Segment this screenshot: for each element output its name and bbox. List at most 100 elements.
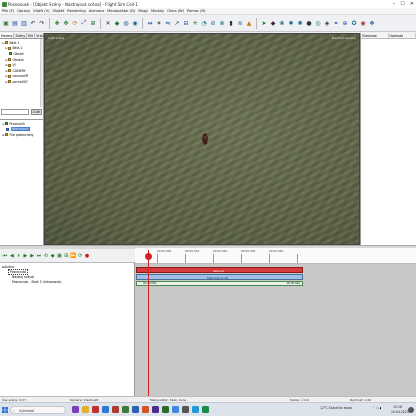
weather-widget[interactable]: 12°C Slunečno skoro — [320, 406, 352, 410]
flower-icon[interactable]: ❀ — [278, 18, 286, 28]
menu-rendering[interactable]: Rendering — [67, 9, 85, 13]
key-add-icon[interactable]: ⊞ — [63, 252, 69, 261]
excel-icon[interactable] — [122, 406, 129, 413]
tree-item[interactable]: ⊞ File potenciony — [2, 132, 42, 138]
pin-icon[interactable]: ● — [305, 18, 313, 28]
record-icon[interactable]: ◉ — [359, 18, 367, 28]
axis-x-icon[interactable]: ⇹ — [146, 18, 154, 28]
gear-icon[interactable]: ✹ — [287, 18, 295, 28]
time-ruler[interactable]: 00:00:000 00:00:010 00:00:020 00:00:030 … — [135, 248, 416, 264]
loop-icon[interactable]: ⟲ — [43, 252, 49, 261]
info-icon[interactable]: ❖ — [368, 18, 376, 28]
bulb-icon[interactable]: ✪ — [350, 18, 358, 28]
undo-icon[interactable]: ↶ — [29, 18, 37, 28]
menu-manipulator[interactable]: Manipulátor (D) — [107, 9, 135, 13]
playhead-line[interactable] — [148, 250, 149, 396]
redo-icon[interactable]: ↷ — [38, 18, 46, 28]
terrain-icon[interactable]: ◆ — [113, 18, 121, 28]
target-icon[interactable]: ◎ — [314, 18, 322, 28]
notification-icon[interactable] — [408, 407, 414, 413]
menu-maps[interactable]: Mapy — [138, 9, 148, 13]
task-view-icon[interactable] — [72, 406, 79, 413]
clock-time[interactable]: 10:16 — [393, 405, 402, 409]
store-icon[interactable] — [192, 406, 199, 413]
teams-icon[interactable] — [152, 406, 159, 413]
snap-icon[interactable]: ↗ — [173, 18, 181, 28]
node-icon[interactable]: ◈ — [323, 18, 331, 28]
minimize-button[interactable]: – — [393, 1, 396, 7]
filter-input[interactable] — [1, 109, 29, 115]
shot-track-bar[interactable]: Shot Cam 0 10 — [136, 274, 303, 280]
tab-scenes[interactable]: Scény — [14, 33, 28, 38]
column-property[interactable]: Vlastnost — [361, 33, 389, 38]
tree-scrollbar[interactable] — [40, 39, 43, 107]
menu-modules[interactable]: Moduly — [151, 9, 164, 13]
menu-edit[interactable]: Úpravy — [17, 9, 30, 13]
axis-y-icon[interactable]: ✶ — [155, 18, 163, 28]
tab-effects[interactable]: Efe — [27, 33, 36, 38]
play-icon[interactable]: ▶ — [22, 252, 28, 261]
pause-icon[interactable]: ⏸ — [16, 252, 22, 261]
rotate-icon[interactable]: ⟳ — [71, 18, 79, 28]
object-track-bar[interactable]: 00:00:000 00:00:040 — [136, 281, 303, 286]
close-button[interactable]: ✕ — [410, 1, 414, 7]
vscode-icon[interactable] — [172, 406, 179, 413]
grid-icon[interactable]: ⊟ — [182, 18, 190, 28]
settings-icon[interactable]: ✺ — [296, 18, 304, 28]
taskbar-search[interactable]: ⌕ Vyhledat — [10, 406, 66, 414]
file-explorer-icon[interactable] — [82, 406, 89, 413]
new-file-icon[interactable]: ▣ — [2, 18, 10, 28]
loop-range-icon[interactable]: ⟳ — [77, 252, 83, 261]
tab-models[interactable]: Modely — [0, 33, 15, 38]
globe-icon[interactable]: ◍ — [122, 18, 130, 28]
sphere-icon[interactable]: ◉ — [131, 18, 139, 28]
camera-track-bar[interactable]: Kamera — [136, 267, 303, 273]
cursor-icon[interactable]: ➤ — [260, 18, 268, 28]
diamond-icon[interactable]: ◆ — [269, 18, 277, 28]
menu-object[interactable]: Objekt — [52, 9, 64, 13]
edge-browser-icon[interactable] — [102, 406, 109, 413]
flight-sim-icon[interactable] — [162, 406, 169, 413]
warning-icon[interactable]: ▲ — [245, 18, 253, 28]
camera-icon[interactable]: ◔ — [200, 18, 208, 28]
menu-windows[interactable]: Okna (W) — [167, 9, 184, 13]
step-forward-icon[interactable]: ▶ — [29, 252, 35, 261]
record-icon[interactable]: ● — [84, 252, 90, 261]
split-icon[interactable]: ⊕ — [341, 18, 349, 28]
menu-help[interactable]: Pomoc (H) — [187, 9, 206, 13]
select-icon[interactable]: ✚ — [53, 18, 61, 28]
chain-icon[interactable]: ⚭ — [332, 18, 340, 28]
menu-animation[interactable]: Animace — [89, 9, 105, 13]
tray-icons[interactable]: ⌃ ▭ ◖ — [372, 406, 381, 410]
scene-viewport[interactable]: Celá scéna Přechod kamery — [44, 33, 360, 245]
go-end-icon[interactable]: ⏭ — [36, 252, 42, 261]
save-icon[interactable]: ▥ — [20, 18, 28, 28]
app-red-icon[interactable] — [92, 406, 99, 413]
go-start-icon[interactable]: ⏮ — [2, 252, 8, 261]
key-icon[interactable]: ◆ — [50, 252, 56, 261]
menu-insert[interactable]: Vložit (V) — [33, 9, 49, 13]
keyframe-icon[interactable]: ▣ — [57, 252, 63, 261]
column-value[interactable]: Hodnota — [389, 33, 416, 38]
filter-button[interactable]: Zúžit — [31, 109, 42, 115]
open-folder-icon[interactable]: ▤ — [11, 18, 19, 28]
timeline-area[interactable]: 00:00:000 00:00:010 00:00:020 00:00:030 … — [135, 248, 416, 396]
speed-icon[interactable]: ⏩ — [70, 252, 76, 261]
terminal-icon[interactable] — [182, 406, 189, 413]
light-icon[interactable]: ✳ — [191, 18, 199, 28]
app-green-icon[interactable] — [202, 406, 209, 413]
anchor-icon[interactable]: ⊗ — [218, 18, 226, 28]
layers-icon[interactable]: ≋ — [236, 18, 244, 28]
magnet-icon[interactable]: ⊘ — [209, 18, 217, 28]
link-icon[interactable]: ⊞ — [89, 18, 97, 28]
clock-date[interactable]: 10.04.2023 — [391, 410, 409, 414]
powerpoint-icon[interactable] — [142, 406, 149, 413]
step-back-icon[interactable]: ◀ — [9, 252, 15, 261]
transform-x-icon[interactable]: ✕ — [104, 18, 112, 28]
word-icon[interactable] — [132, 406, 139, 413]
scale-icon[interactable]: ⤢ — [80, 18, 88, 28]
boat-model[interactable] — [200, 132, 210, 146]
tree-item[interactable]: ⊞ porno007 — [2, 79, 41, 85]
menu-file[interactable]: Plik (F) — [2, 9, 14, 13]
axis-z-icon[interactable]: ⇋ — [164, 18, 172, 28]
